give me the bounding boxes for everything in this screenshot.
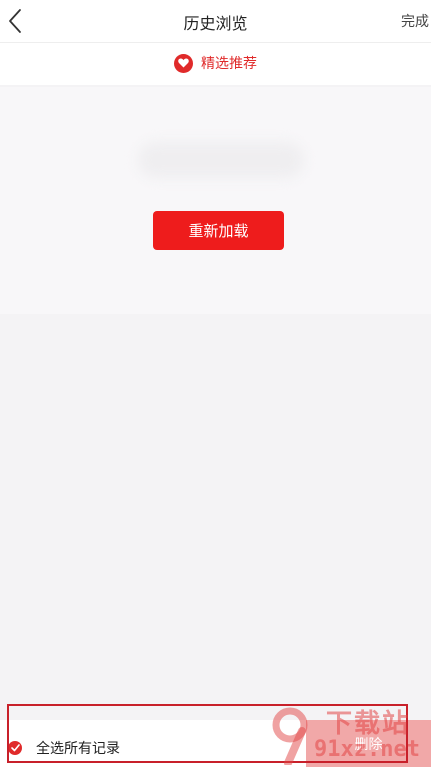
load-error-panel: 重新加载: [0, 87, 431, 314]
page-title: 历史浏览: [183, 14, 248, 33]
select-all-label: 全选所有记录: [36, 741, 120, 757]
bottom-action-bar: 全选所有记录 删除: [0, 720, 431, 767]
top-nav-bar: 历史浏览 完成: [0, 0, 431, 43]
recommend-link[interactable]: 精选推荐: [0, 53, 431, 73]
reload-button[interactable]: 重新加载: [153, 211, 284, 250]
recommend-label: 精选推荐: [201, 56, 257, 72]
recommend-bar: 精选推荐: [0, 43, 431, 85]
checkmark-icon: [8, 741, 22, 755]
done-button[interactable]: 完成: [401, 11, 429, 31]
delete-button[interactable]: 删除: [306, 720, 431, 767]
loading-placeholder: [138, 142, 304, 178]
heart-icon: [174, 53, 193, 73]
select-all-toggle[interactable]: 全选所有记录: [8, 738, 120, 758]
